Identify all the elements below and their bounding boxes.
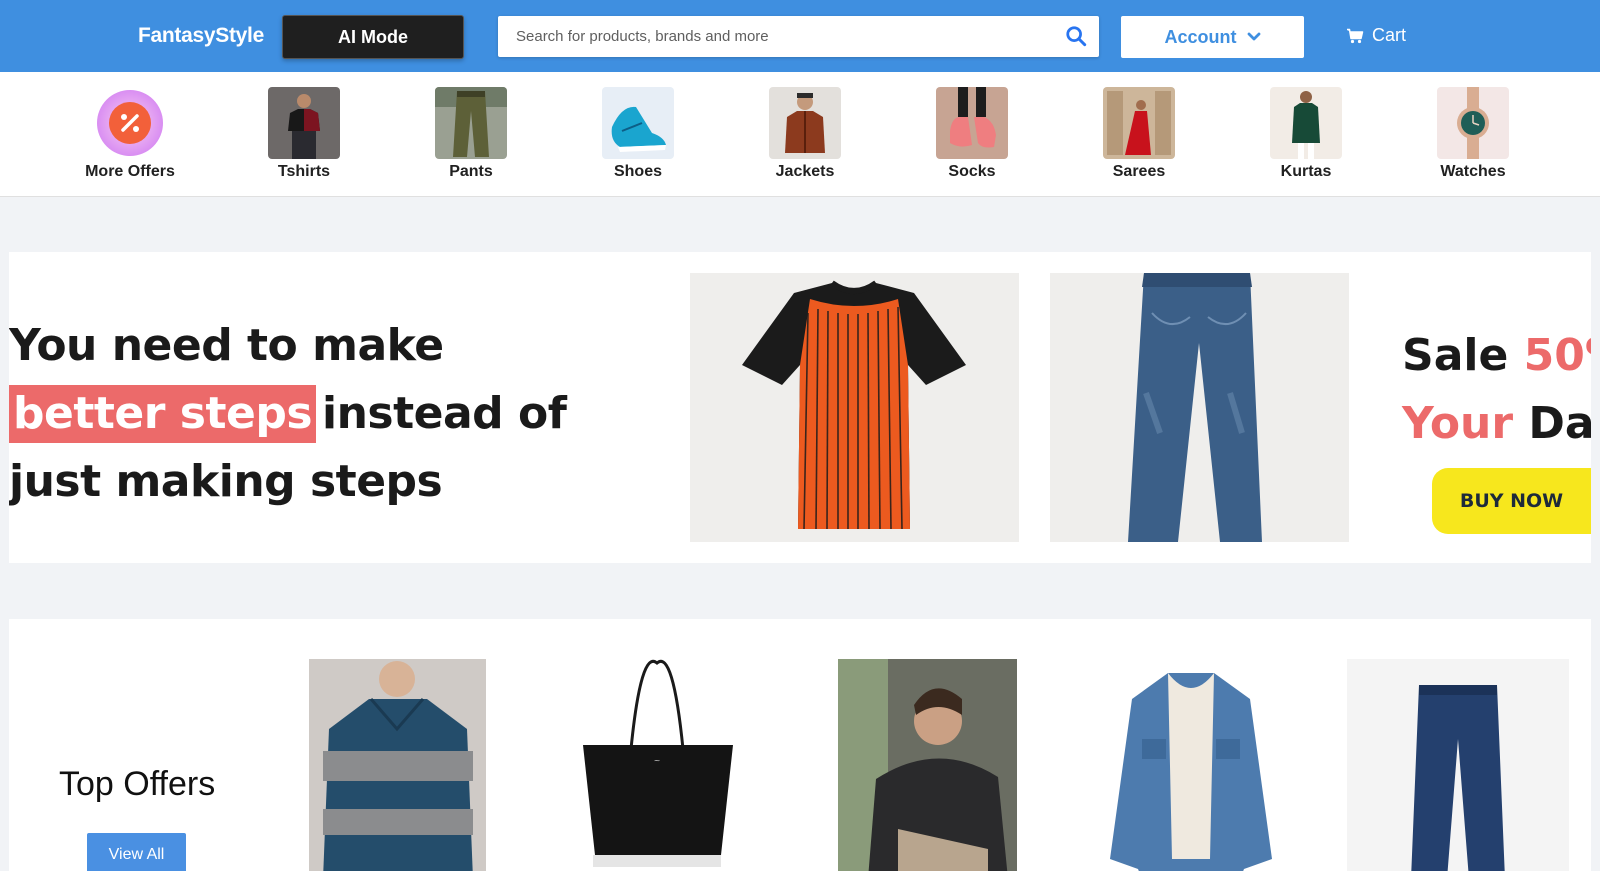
tagline-line3: just making steps xyxy=(9,456,443,507)
tshirt-image xyxy=(268,87,340,159)
offer-product-sweater[interactable] xyxy=(838,659,1017,871)
view-all-button[interactable]: View All xyxy=(87,833,186,871)
socks-image xyxy=(936,87,1008,159)
category-kurtas[interactable]: Kurtas xyxy=(1241,87,1371,181)
search-bar xyxy=(498,16,1099,57)
sale-percent: 50% xyxy=(1523,330,1591,381)
svg-text:~: ~ xyxy=(654,756,661,765)
category-more-offers[interactable]: More Offers xyxy=(65,87,195,181)
top-offers-title: Top Offers xyxy=(59,765,216,803)
category-label: More Offers xyxy=(85,163,175,180)
category-label: Watches xyxy=(1440,163,1506,180)
category-sarees[interactable]: Sarees xyxy=(1074,87,1204,181)
category-strip: More Offers Tshirts Pants Shoes Jackets … xyxy=(0,72,1600,197)
offer-product-tote-bag[interactable]: ~ xyxy=(569,659,746,871)
category-socks[interactable]: Socks xyxy=(907,87,1037,181)
saree-image xyxy=(1103,87,1175,159)
buy-now-button[interactable]: BUY NOW xyxy=(1432,468,1591,534)
category-label: Pants xyxy=(449,163,493,180)
category-watches[interactable]: Watches xyxy=(1408,87,1538,181)
category-shoes[interactable]: Shoes xyxy=(573,87,703,181)
watch-image xyxy=(1437,87,1509,159)
promo-banner[interactable]: You need to make better steps instead of… xyxy=(9,252,1591,563)
tagline-line1: You need to make xyxy=(9,320,444,371)
sale-day: Day xyxy=(1528,398,1591,449)
category-label: Sarees xyxy=(1112,163,1166,180)
offer-product-denim-jacket[interactable] xyxy=(1102,659,1281,871)
chevron-down-icon xyxy=(1247,32,1260,41)
top-offers-section: Top Offers View All ~ xyxy=(9,619,1591,871)
category-label: Tshirts xyxy=(277,163,331,180)
offer-product-polo[interactable] xyxy=(309,659,486,871)
category-pants[interactable]: Pants xyxy=(406,87,536,181)
sale-word: Sale xyxy=(1402,330,1509,381)
tagline-highlight: better steps xyxy=(9,385,317,443)
cart-label: Cart xyxy=(1372,25,1407,45)
site-logo[interactable]: FantasyStyle xyxy=(138,24,264,48)
category-label: Kurtas xyxy=(1280,163,1332,180)
pants-image xyxy=(435,87,507,159)
category-tshirts[interactable]: Tshirts xyxy=(239,87,369,181)
tagline-line2: instead of xyxy=(322,388,567,439)
banner-tshirt-image xyxy=(690,273,1019,542)
account-label: Account xyxy=(1164,26,1237,47)
kurta-image xyxy=(1270,87,1342,159)
cart-link[interactable]: Cart xyxy=(1346,25,1406,46)
search-icon[interactable] xyxy=(1065,25,1087,47)
banner-jeans-image xyxy=(1050,273,1349,542)
sale-your: Your xyxy=(1402,398,1514,449)
banner-tagline: You need to make better steps instead of… xyxy=(9,312,567,516)
category-label: Jackets xyxy=(775,163,835,180)
search-input[interactable] xyxy=(498,16,1038,57)
shoes-image xyxy=(602,87,674,159)
category-label: Shoes xyxy=(613,163,662,180)
sale-text: Sale 50% Your Day xyxy=(1402,322,1591,458)
ai-mode-button[interactable]: AI Mode xyxy=(282,15,464,59)
offer-product-jeans[interactable] xyxy=(1347,659,1569,871)
top-header: FantasyStyle AI Mode Account Cart xyxy=(0,0,1600,72)
account-button[interactable]: Account xyxy=(1121,16,1304,58)
offers-badge-icon xyxy=(94,87,166,159)
category-jackets[interactable]: Jackets xyxy=(740,87,870,181)
category-label: Socks xyxy=(948,163,996,180)
jacket-image xyxy=(769,87,841,159)
cart-icon xyxy=(1347,28,1364,43)
